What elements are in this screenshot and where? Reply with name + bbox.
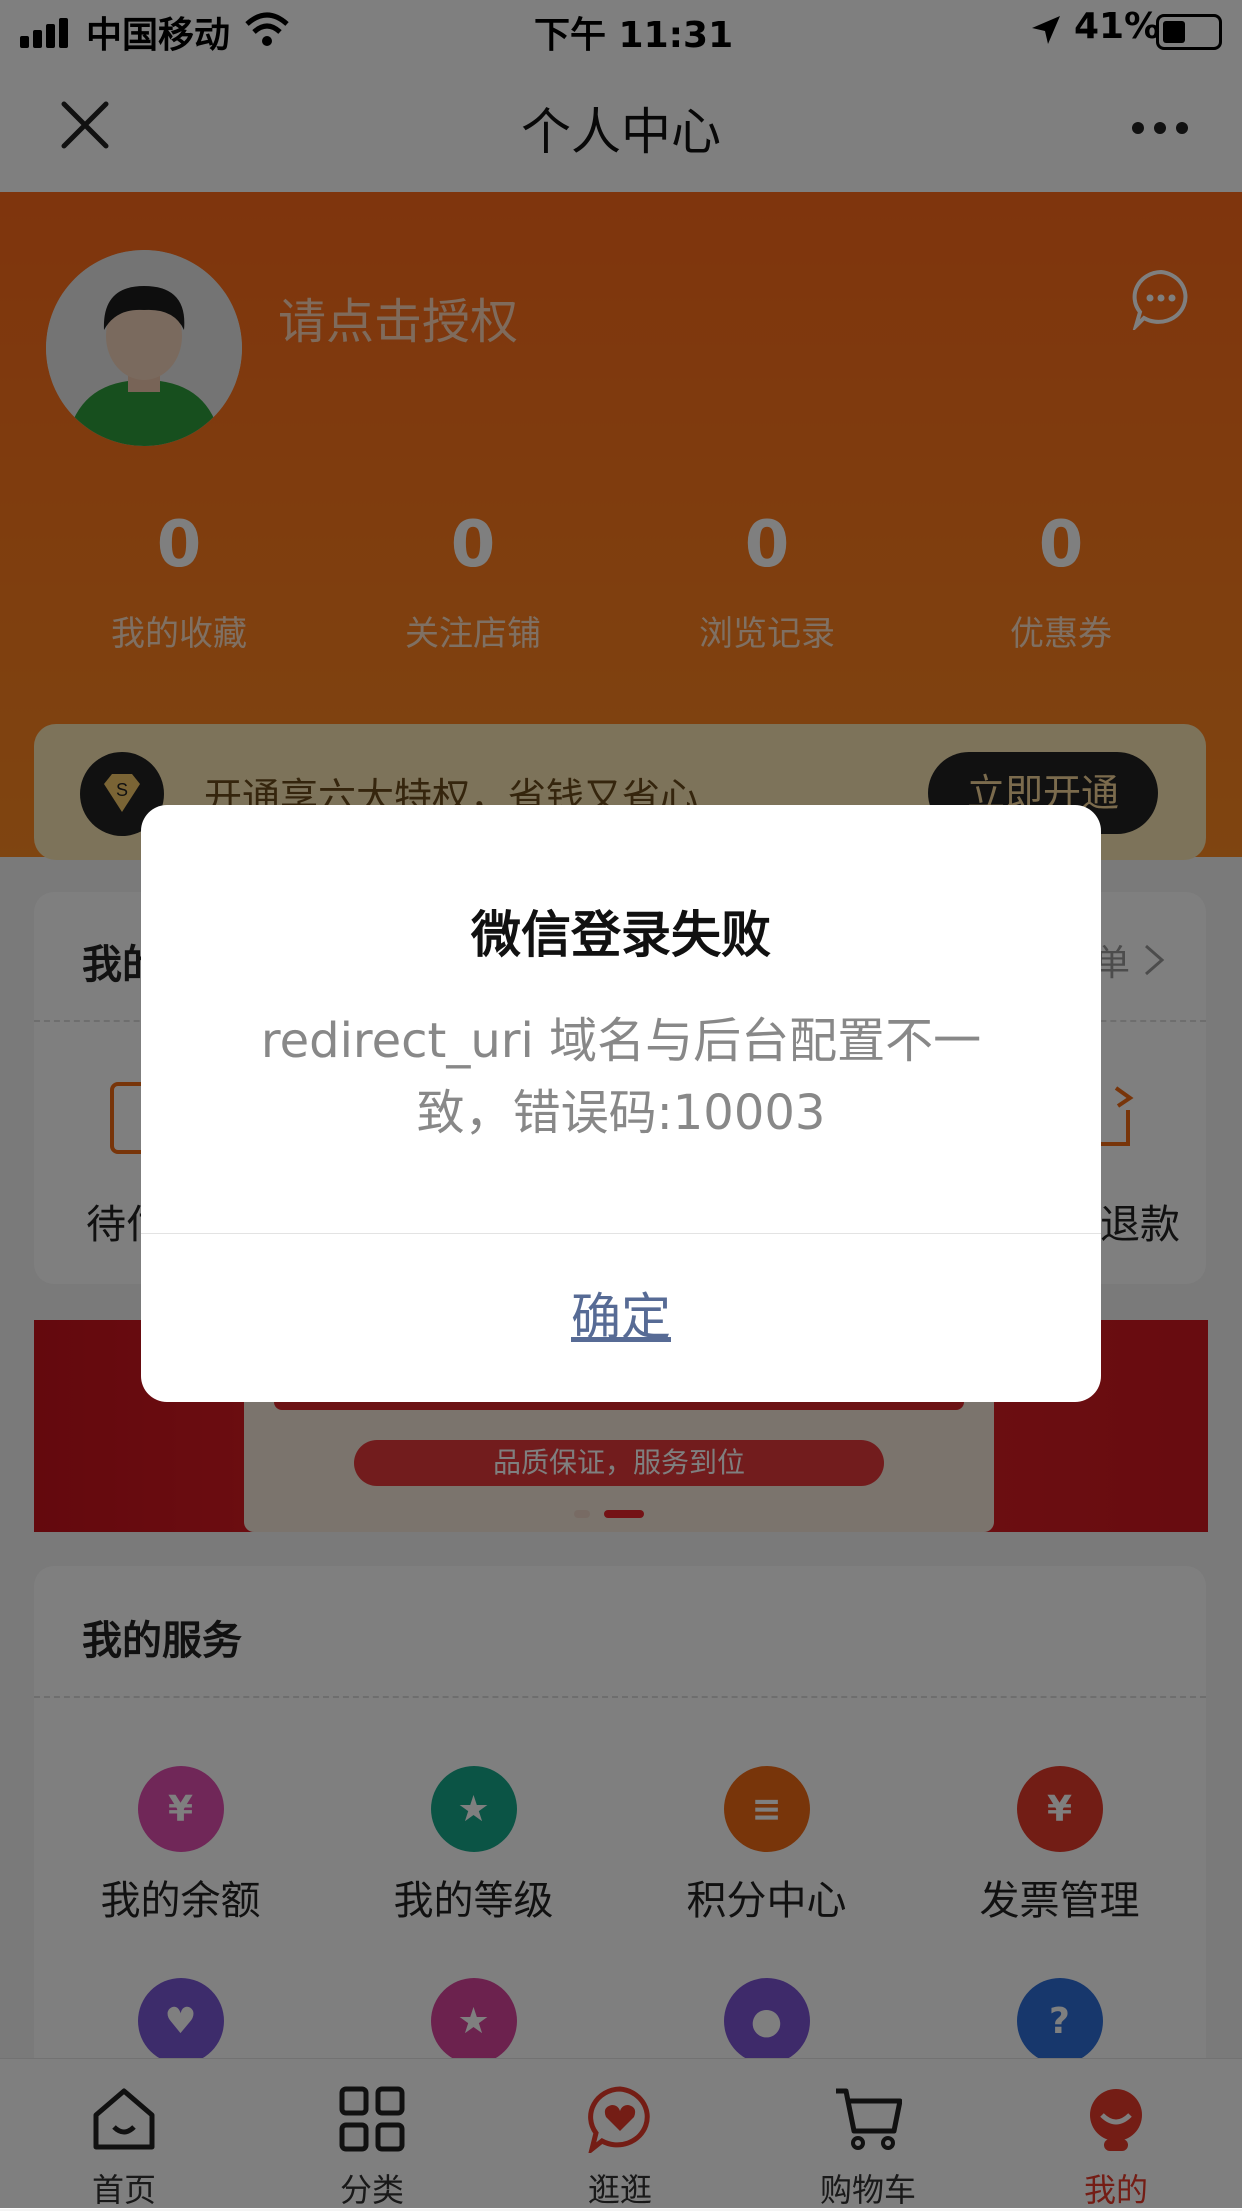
- alert-dialog: 微信登录失败 redirect_uri 域名与后台配置不一致，错误码:10003…: [141, 805, 1101, 1402]
- dialog-message: redirect_uri 域名与后台配置不一致，错误码:10003: [260, 1013, 982, 1141]
- dialog-title: 微信登录失败: [471, 906, 771, 964]
- confirm-button[interactable]: 确定: [141, 1233, 1101, 1402]
